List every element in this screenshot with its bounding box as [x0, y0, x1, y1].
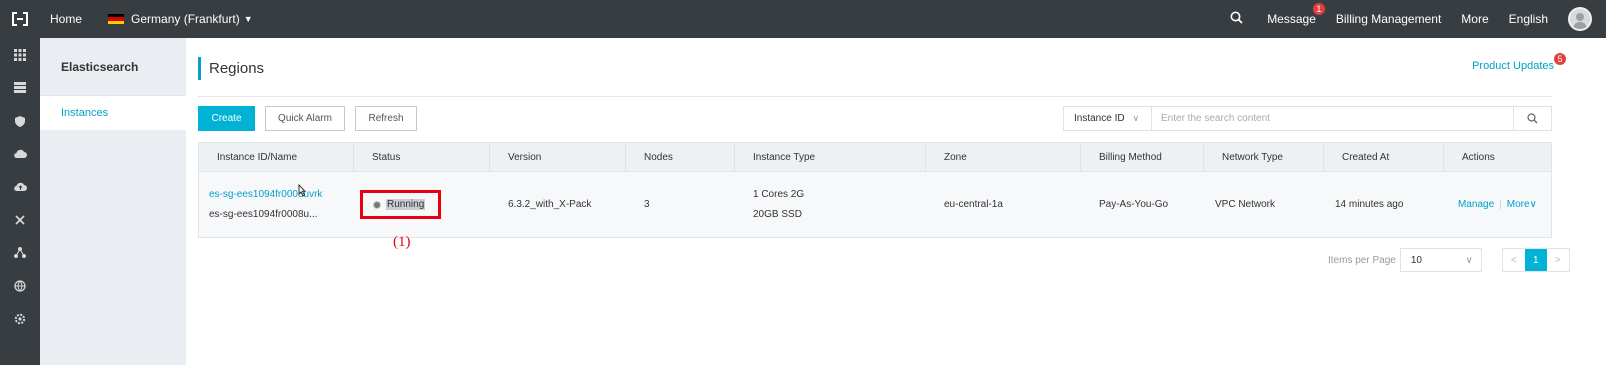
next-page-icon[interactable]: > [1547, 249, 1569, 271]
instance-type-spec: 1 Cores 2G [753, 189, 805, 200]
server-icon[interactable] [0, 71, 40, 104]
network-cross-icon[interactable] [0, 203, 40, 236]
region-label: Germany (Frankfurt) [131, 12, 240, 26]
column-header: Version [490, 143, 626, 171]
instance-search: Instance ID ∨ [1063, 106, 1552, 131]
cloud-icon[interactable] [0, 137, 40, 170]
sidebar-title: Elasticsearch [40, 38, 186, 96]
germany-flag-icon [108, 14, 125, 24]
product-icon-rail [0, 38, 40, 365]
console-logo-icon[interactable] [0, 0, 40, 38]
table-row: es-sg-ees1094fr0008uvrk es-sg-ees1094fr0… [198, 172, 1552, 238]
title-accent-bar [198, 57, 201, 80]
column-header: Instance Type [735, 143, 926, 171]
caret-down-icon: ▼ [243, 14, 253, 24]
cell-instance: es-sg-ees1094fr0008uvrk es-sg-ees1094fr0… [199, 172, 354, 237]
cell-actions: Manage | More∨ [1444, 172, 1551, 237]
settings-gear-icon[interactable] [0, 302, 40, 335]
chevron-down-icon: ∨ [1132, 113, 1140, 123]
column-header: Billing Method [1081, 143, 1204, 171]
items-per-page-label: Items per Page [1328, 254, 1396, 266]
refresh-button[interactable]: Refresh [355, 106, 417, 131]
instance-type-storage: 20GB SSD [753, 209, 802, 220]
cell-instance-type: 1 Cores 2G 20GB SSD [735, 172, 926, 237]
table-header: Instance ID/Name Status Version Nodes In… [198, 142, 1552, 172]
globe-icon[interactable] [0, 269, 40, 302]
page-title: Regions [209, 60, 265, 77]
page-navigation: < 1 > [1501, 248, 1570, 272]
status-dot-icon [374, 201, 380, 208]
column-header: Status [354, 143, 490, 171]
header-divider [198, 96, 1552, 97]
cloud-upload-icon[interactable] [0, 170, 40, 203]
column-header: Network Type [1204, 143, 1324, 171]
more-actions-label: More [1506, 199, 1530, 210]
chevron-down-icon: ∨ [1465, 254, 1473, 266]
column-header: Created At [1324, 143, 1444, 171]
message-label: Message [1267, 12, 1316, 26]
cluster-icon[interactable] [0, 236, 40, 269]
page-size-value: 10 [1410, 254, 1422, 266]
more-actions-link[interactable]: More∨ [1507, 199, 1537, 210]
page-number-current[interactable]: 1 [1524, 249, 1547, 271]
column-header: Instance ID/Name [199, 143, 354, 171]
cell-zone: eu-central-1a [944, 199, 1003, 210]
product-sidebar: Elasticsearch Instances [40, 38, 186, 365]
manage-link[interactable]: Manage [1458, 199, 1494, 210]
user-avatar[interactable] [1568, 7, 1592, 31]
sidebar-item-instances[interactable]: Instances [40, 96, 186, 130]
main-content: Regions Product Updates 5 Create Quick A… [186, 38, 1606, 365]
prev-page-icon[interactable]: < [1503, 249, 1525, 271]
product-updates-label: Product Updates [1472, 60, 1554, 72]
status-text: Running [386, 199, 426, 210]
cell-status: Running [354, 172, 490, 237]
column-header: Actions [1462, 151, 1495, 163]
column-header: Nodes [626, 143, 735, 171]
search-input[interactable] [1152, 107, 1513, 130]
search-field-select[interactable]: Instance ID ∨ [1064, 107, 1152, 130]
search-icon[interactable] [1230, 11, 1243, 27]
message-count-badge: 1 [1312, 3, 1325, 15]
shield-icon[interactable] [0, 104, 40, 137]
product-updates-link[interactable]: Product Updates 5 [1472, 53, 1566, 72]
billing-management-link[interactable]: Billing Management [1336, 12, 1441, 26]
page-header: Regions [198, 57, 264, 80]
status-highlight-box: Running [360, 190, 441, 219]
page-size-select[interactable]: 10 ∨ [1399, 248, 1482, 272]
action-separator: | [1499, 199, 1502, 210]
cell-nodes: 3 [644, 199, 650, 210]
more-menu[interactable]: More [1461, 12, 1488, 26]
region-selector[interactable]: Germany (Frankfurt) ▼ [108, 12, 253, 26]
search-field-label: Instance ID [1074, 113, 1125, 124]
instance-name: es-sg-ees1094fr0008u... [209, 209, 318, 220]
cell-network: VPC Network [1215, 199, 1276, 210]
annotation-callout: (1) [393, 234, 411, 250]
language-selector[interactable]: English [1509, 12, 1548, 26]
pagination: Items per Page 10 ∨ < 1 > [1328, 248, 1570, 272]
mouse-pointer-icon [296, 183, 308, 203]
search-button[interactable] [1513, 107, 1551, 130]
updates-count-badge: 5 [1554, 53, 1566, 65]
cell-created: 14 minutes ago [1335, 199, 1404, 210]
home-link[interactable]: Home [50, 12, 82, 26]
quick-alarm-button[interactable]: Quick Alarm [265, 106, 345, 131]
cell-version: 6.3.2_with_X-Pack [508, 199, 592, 210]
instance-id-link[interactable]: es-sg-ees1094fr0008uvrk [209, 189, 354, 200]
top-navigation-bar: Home Germany (Frankfurt) ▼ Message 1 Bil… [0, 0, 1606, 38]
create-button[interactable]: Create [198, 106, 255, 131]
chevron-down-icon: ∨ [1529, 199, 1537, 210]
search-icon [1527, 113, 1538, 124]
instances-table: Instance ID/Name Status Version Nodes In… [198, 142, 1552, 238]
message-link[interactable]: Message 1 [1267, 3, 1325, 26]
cell-billing: Pay-As-You-Go [1099, 199, 1169, 210]
grid-menu-icon[interactable] [0, 38, 40, 71]
column-header: Zone [926, 143, 1081, 171]
